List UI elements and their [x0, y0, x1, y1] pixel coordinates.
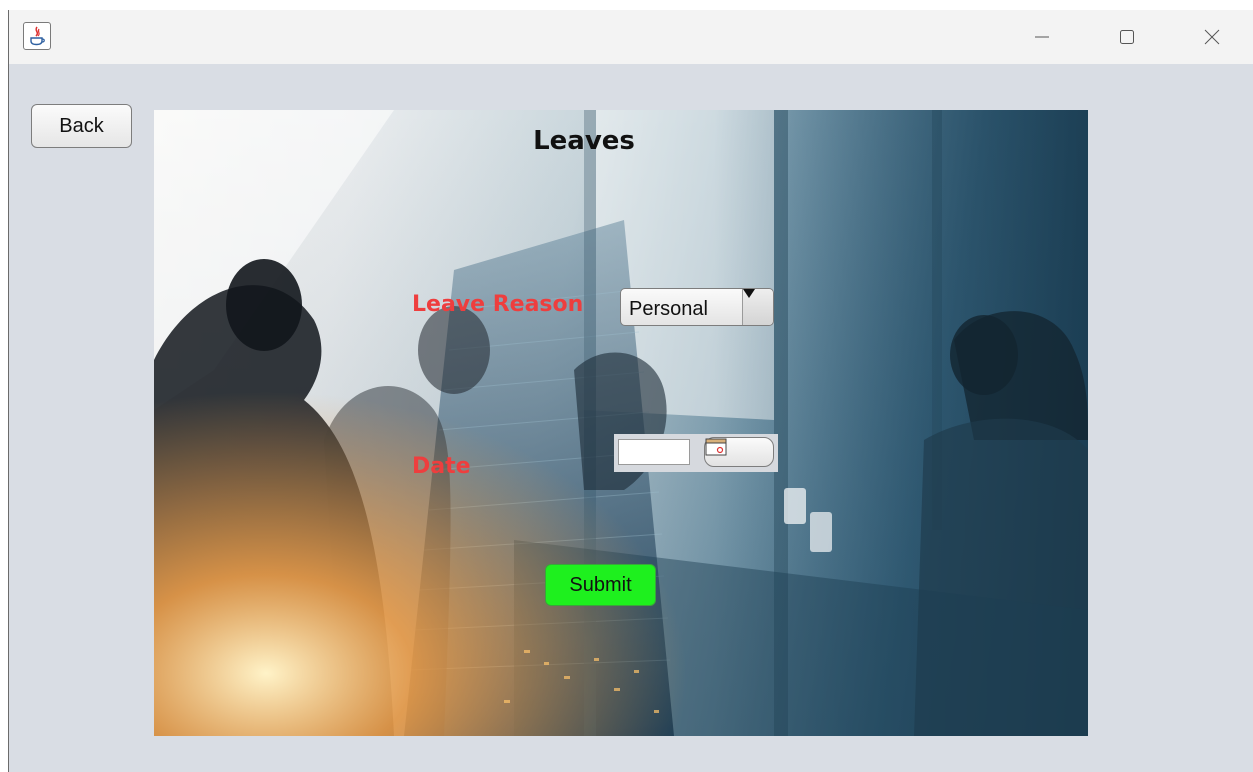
triangle-down-icon — [743, 289, 755, 298]
leave-reason-selected-value: Personal — [629, 298, 708, 320]
dropdown-arrow-button[interactable] — [742, 289, 773, 325]
date-field[interactable] — [618, 439, 690, 465]
app-window: Back Leaves Leave Reason Personal Date S… — [8, 10, 1253, 772]
leave-reason-label: Leave Reason — [412, 292, 584, 317]
maximize-icon — [1120, 30, 1134, 44]
submit-button[interactable]: Submit — [545, 564, 656, 606]
date-label: Date — [412, 454, 471, 479]
title-bar[interactable] — [9, 10, 1253, 64]
minimize-button[interactable] — [1019, 18, 1065, 56]
close-icon — [1204, 29, 1220, 45]
close-button[interactable] — [1189, 18, 1235, 56]
leave-reason-dropdown[interactable]: Personal — [620, 288, 774, 326]
maximize-button[interactable] — [1104, 18, 1150, 56]
page-title: Leaves — [533, 126, 635, 156]
date-picker — [614, 434, 778, 472]
background-image-panel: Leaves Leave Reason Personal Date Submit — [154, 110, 1088, 736]
java-app-icon — [23, 22, 51, 50]
minimize-icon — [1035, 36, 1049, 38]
back-button[interactable]: Back — [31, 104, 132, 148]
office-background-image — [154, 110, 1088, 736]
calendar-button[interactable] — [704, 437, 774, 467]
calendar-icon — [705, 438, 727, 456]
